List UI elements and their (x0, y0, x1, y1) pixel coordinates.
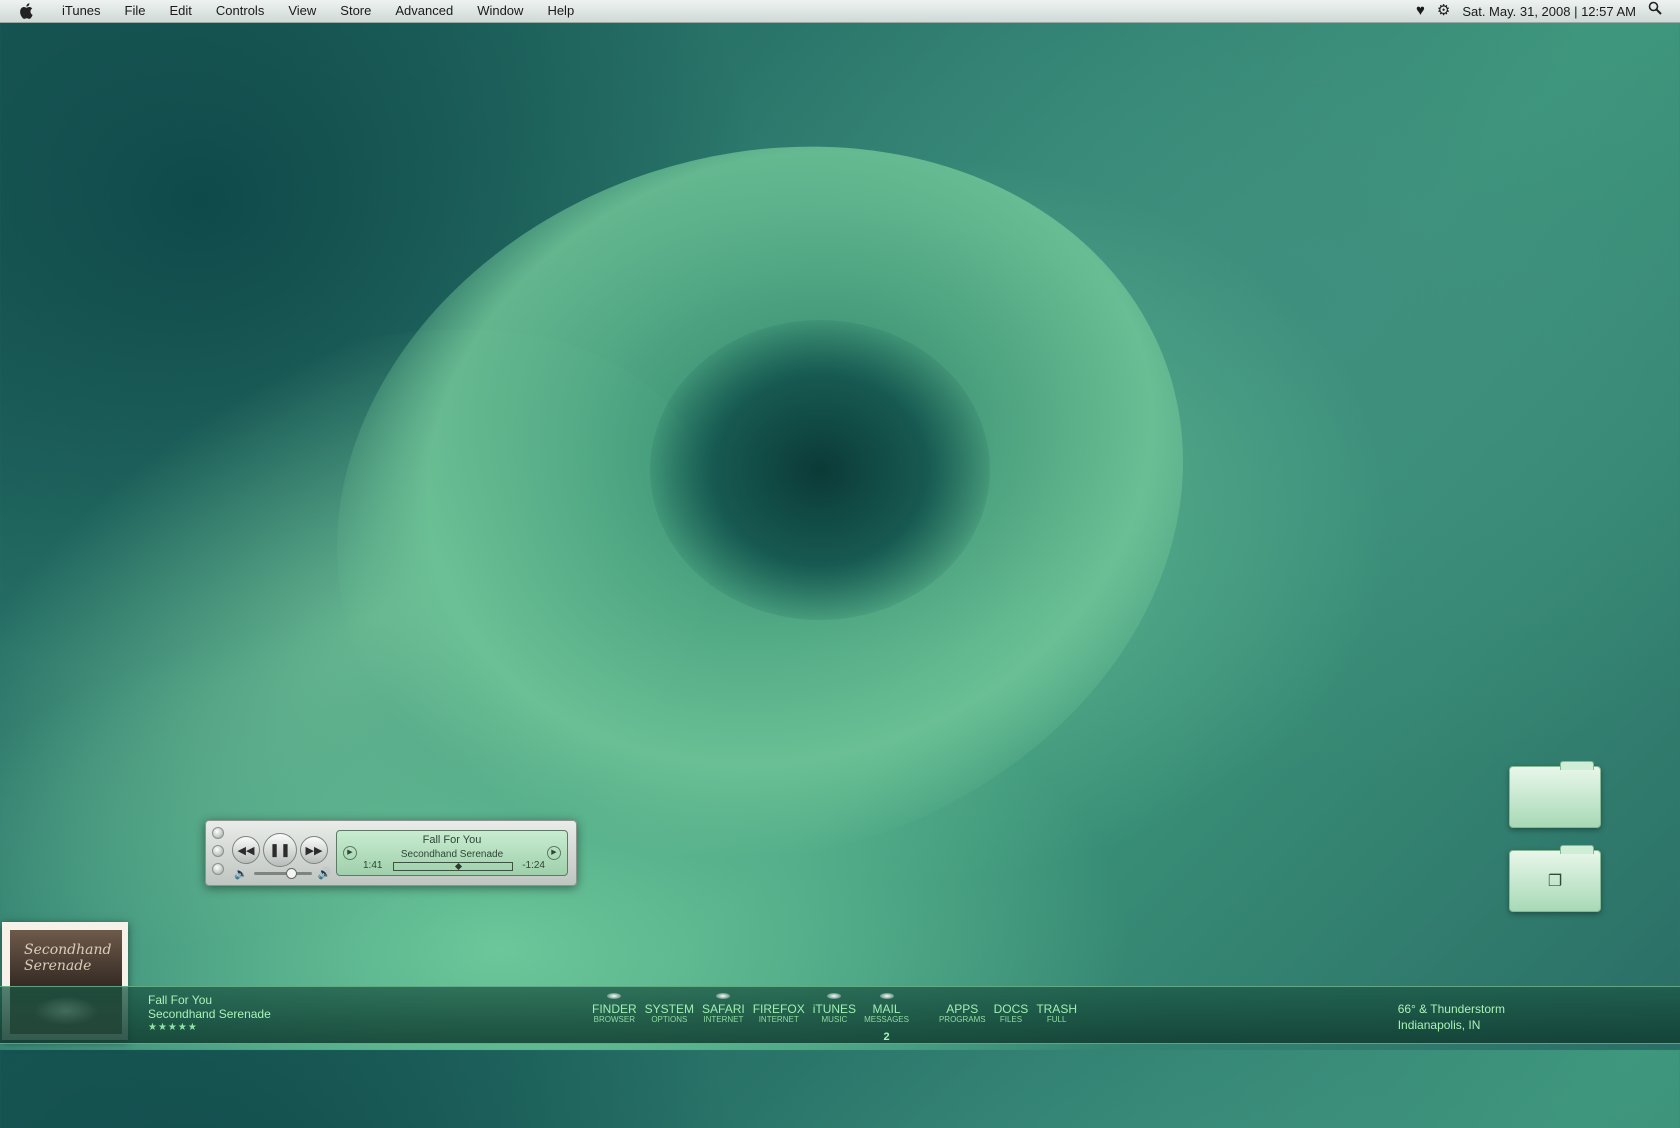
desktop-folder-documents[interactable]: ❐ (1509, 845, 1601, 912)
dock-item-sublabel: INTERNET (758, 1015, 799, 1024)
menubar-clock[interactable]: Sat. May. 31, 2008 | 12:57 AM (1462, 4, 1636, 19)
dock-item-sublabel: PROGRAMS (938, 1015, 986, 1024)
now-playing-artist: Secondhand Serenade (148, 1007, 271, 1021)
dock-item-sublabel: MESSAGES (864, 1015, 909, 1024)
volume-slider[interactable] (253, 868, 312, 879)
album-art-title: Secondhand Serenade (24, 942, 112, 974)
play-pause-button[interactable]: ❚❚ (263, 833, 297, 867)
minimize-button[interactable] (212, 845, 224, 857)
dock-item-finder[interactable]: FINDER BROWSER (588, 993, 641, 1025)
running-indicator (607, 993, 622, 999)
dock-item-sublabel: FULL (1046, 1015, 1067, 1024)
apple-menu-icon[interactable] (18, 3, 34, 19)
dock-item-sublabel: INTERNET (703, 1015, 744, 1024)
dock-item-firefox[interactable]: FIREFOX INTERNET (749, 1003, 809, 1025)
lcd-track-title: Fall For You (422, 834, 482, 846)
menu-view[interactable]: View (276, 0, 328, 22)
menu-store[interactable]: Store (328, 0, 383, 22)
now-playing-rating: ★★★★★ (148, 1022, 198, 1033)
close-button[interactable] (212, 827, 224, 839)
lcd-progress-bar[interactable] (393, 862, 513, 871)
lcd-playhead[interactable] (454, 862, 462, 871)
volume-slider-knob[interactable] (285, 868, 297, 879)
gear-icon[interactable]: ⚙ (1437, 0, 1450, 22)
dock-item-trash[interactable]: TRASH FULL (1032, 1003, 1081, 1025)
spotlight-search-icon[interactable] (1648, 0, 1662, 22)
now-playing-title: Fall For You (148, 993, 213, 1007)
running-indicator (827, 993, 842, 999)
weather-conditions: 66° & Thunderstorm (1397, 1002, 1505, 1016)
itunes-mini-player: ◀◀ ❚❚ ▶▶ 🔈 🔊 ▶ ▶ Fall For You Secondhand… (205, 820, 577, 886)
dock-item-system[interactable]: SYSTEM OPTIONS (641, 1003, 698, 1025)
menu-itunes[interactable]: iTunes (50, 0, 113, 22)
lcd-elapsed-time: 1:41 (363, 860, 383, 871)
dock-item-label: FINDER (592, 1002, 637, 1016)
transport-controls: ◀◀ ❚❚ ▶▶ (232, 833, 328, 867)
dock-item-docs[interactable]: DOCS FILES (990, 1003, 1033, 1025)
dock-item-sublabel: BROWSER (593, 1015, 635, 1024)
rewind-icon: ◀◀ (237, 844, 255, 857)
now-playing: Fall For You Secondhand Serenade ★★★★★ (148, 993, 271, 1035)
volume-high-icon: 🔊 (317, 868, 332, 880)
dock-item-safari[interactable]: SAFARI INTERNET (698, 993, 749, 1025)
menu-edit[interactable]: Edit (158, 0, 204, 22)
dock-item-apps[interactable]: APPS PROGRAMS (935, 1003, 990, 1025)
dock: FINDER BROWSER SYSTEM OPTIONS SAFARI INTERNET… (588, 987, 1081, 1043)
lcd-display[interactable]: ▶ ▶ Fall For You Secondhand Serenade 1:4… (336, 830, 568, 876)
dock-item-label: MAIL (872, 1002, 901, 1016)
menu-file[interactable]: File (113, 0, 158, 22)
previous-track-button[interactable]: ◀◀ (232, 836, 260, 864)
heart-icon[interactable]: ♥ (1416, 0, 1425, 22)
bottom-bar: Fall For You Secondhand Serenade ★★★★★ F… (0, 986, 1680, 1044)
menu-bar: iTunes File Edit Controls View Store Adv… (0, 0, 1680, 23)
dock-item-itunes[interactable]: iTUNES MUSIC (809, 993, 860, 1025)
wallpaper-leaf-center (650, 320, 990, 620)
volume-low-icon: 🔈 (234, 868, 248, 880)
lcd-remaining-time: -1:24 (522, 860, 545, 871)
dock-item-label: APPS (946, 1002, 979, 1016)
dock-item-label: TRASH (1036, 1002, 1077, 1016)
zoom-button[interactable] (212, 863, 224, 875)
fast-forward-icon: ▶▶ (305, 844, 323, 857)
desktop-folder-apple[interactable] (1509, 761, 1601, 828)
lcd-artist: Secondhand Serenade (400, 849, 504, 860)
volume-control: 🔈 🔊 (234, 867, 331, 880)
running-indicator (879, 993, 894, 999)
dock-item-sublabel: FILES (999, 1015, 1023, 1024)
dock-item-label: iTUNES (812, 1002, 857, 1016)
menu-advanced[interactable]: Advanced (383, 0, 465, 22)
dock-item-sublabel: OPTIONS (651, 1015, 688, 1024)
pause-icon: ❚❚ (269, 842, 291, 857)
unread-count-badge: 2 (883, 1031, 890, 1043)
weather-widget: 66° & Thunderstorm Indianapolis, IN (1398, 1001, 1505, 1033)
dock-item-label: DOCS (993, 1002, 1029, 1016)
next-track-button[interactable]: ▶▶ (300, 836, 328, 864)
documents-folder-icon: ❐ (1547, 873, 1563, 890)
menu-controls[interactable]: Controls (204, 0, 276, 22)
menu-help[interactable]: Help (535, 0, 586, 22)
dock-item-label: FIREFOX (752, 1002, 805, 1016)
weather-location: Indianapolis, IN (1397, 1018, 1481, 1032)
dock-item-sublabel: MUSIC (821, 1015, 848, 1024)
running-indicator (716, 993, 731, 999)
dock-item-label: SYSTEM (644, 1002, 695, 1016)
dock-item-label: SAFARI (702, 1002, 745, 1016)
window-controls (212, 827, 224, 875)
menubar-status-area: ♥ ⚙ Sat. May. 31, 2008 | 12:57 AM (1416, 0, 1680, 22)
menu-window[interactable]: Window (465, 0, 535, 22)
dock-item-mail[interactable]: MAIL MESSAGES 2 (860, 993, 913, 1043)
